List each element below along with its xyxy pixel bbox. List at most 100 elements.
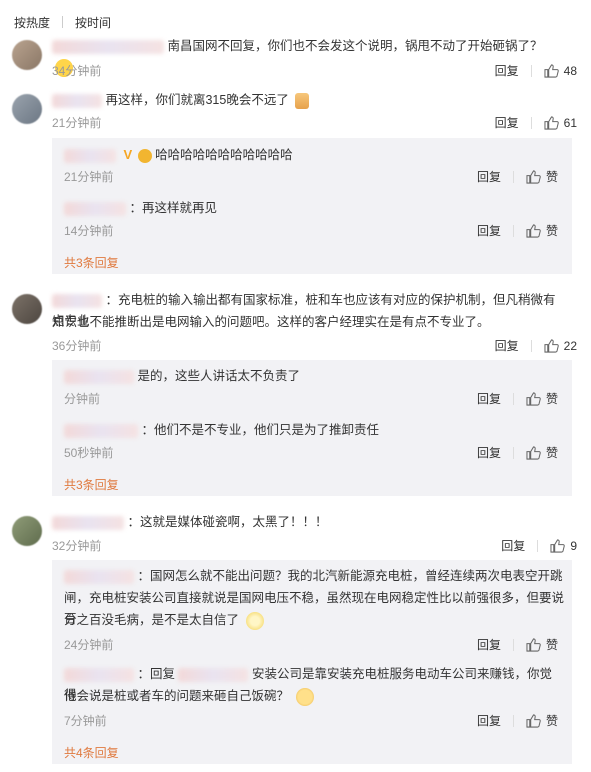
reply-meta: 7分钟前 回复 赞 [64,712,564,730]
tab-time[interactable]: 按时间 [75,14,111,31]
username[interactable] [64,369,134,384]
reply-actions: 回复 赞 [477,168,558,185]
like-count: 9 [570,538,577,553]
username[interactable] [52,39,164,54]
username[interactable] [52,515,124,530]
more-replies-link[interactable]: 共3条回复 [64,254,119,271]
reply-text-line3: 分之百没毛病，是不是太自信了 [64,613,240,627]
like-button[interactable]: 赞 [526,390,558,407]
reply-item: 是的，这些人讲话太不负责了 分钟前 回复 赞 [64,366,564,414]
comment-actions: 回复 61 [495,114,577,131]
reply-button[interactable]: 回复 [495,114,519,131]
username[interactable] [52,293,102,308]
comment-body: 再这样，你们就离315晚会不远了 [52,90,557,111]
username[interactable] [64,148,116,163]
username[interactable] [64,423,138,438]
reply-prefix: ：回复 [137,667,175,681]
comment-meta: 21分钟前 回复 61 [52,114,577,132]
like-button[interactable]: 赞 [526,222,558,239]
reply-button[interactable]: 回复 [477,712,501,729]
thumbs-up-icon [550,538,566,553]
reply-list: V 哈哈哈哈哈哈哈哈哈哈哈 21分钟前 回复 赞 ：再这样就再见 14分钟前 回… [52,138,572,274]
like-label: 赞 [545,714,558,728]
mentioned-user[interactable] [178,667,249,682]
username[interactable] [64,201,126,216]
divider [530,116,532,129]
like-button[interactable]: 9 [550,539,577,553]
sort-tabs: 按热度 按时间 [14,12,111,32]
timestamp: 36分钟前 [52,339,102,353]
comment-text: ：这就是媒体碰瓷啊，太黑了！！！ [127,515,328,529]
reply-button[interactable]: 回复 [495,337,519,354]
reply-actions: 回复 赞 [477,712,558,729]
timestamp: 21分钟前 [52,116,102,130]
like-button[interactable]: 赞 [526,636,558,653]
reply-button[interactable]: 回复 [477,390,501,407]
reply-actions: 回复 赞 [477,390,558,407]
comment-meta: 34分钟前 回复 48 [52,62,577,80]
comment-text: 再这样，你们就离315晚会不远了 [105,93,289,107]
avatar[interactable] [12,294,42,324]
reply-list: ：国网怎么就不能出问题？我的北汽新能源充电桩，曾经连续两次电表空开跳 闸，充电桩… [52,560,572,764]
tab-hot[interactable]: 按热度 [14,14,50,31]
thumbs-up-icon [526,391,541,406]
avatar[interactable] [12,94,42,124]
timestamp: 50秒钟前 [64,446,114,460]
divider [512,392,514,405]
reply-button[interactable]: 回复 [495,62,519,79]
reply-item: ：回复 安装公司是靠安装充电桩服务电动车公司来赚钱，你觉得 他会说是桩或者车的问… [64,664,564,734]
like-count: 61 [563,115,577,130]
reply-meta: 分钟前 回复 赞 [64,390,564,408]
divider [512,446,514,459]
username[interactable] [52,93,102,108]
like-label: 赞 [545,638,558,652]
like-button[interactable]: 48 [544,64,577,78]
more-replies-link[interactable]: 共4条回复 [64,744,119,761]
more-replies-link[interactable]: 共3条回复 [64,476,119,493]
reply-actions: 回复 赞 [477,444,558,461]
reply-text: ：他们不是不专业，他们只是为了推卸责任 [141,423,379,437]
thumbs-up-icon [544,338,559,353]
comment-actions: 回复 9 [501,537,577,554]
timestamp: 21分钟前 [64,170,114,184]
reply-meta: 24分钟前 回复 赞 [64,636,564,654]
reply-button[interactable]: 回复 [477,222,501,239]
reply-meta: 14分钟前 回复 赞 [64,222,564,240]
question-emoji-icon [295,687,314,706]
comment-actions: 回复 48 [495,62,577,79]
thumbs-up-icon [526,713,541,728]
like-button[interactable]: 61 [544,116,577,130]
reply-text-line1: ：国网怎么就不能出问题？我的北汽新能源充电桩，曾经连续两次电表空开跳 [137,569,563,583]
username[interactable] [64,667,134,682]
timestamp: 7分钟前 [64,714,107,728]
comment-text: 南昌国网不回复，你们也不会发这个说明，锅甩不动了开始砸锅了？ [167,39,543,53]
reply-body: 是的，这些人讲话太不负责了 [64,366,564,387]
reply-actions: 回复 赞 [477,222,558,239]
like-button[interactable]: 赞 [526,168,558,185]
avatar[interactable] [12,40,42,70]
like-button[interactable]: 赞 [526,444,558,461]
username[interactable] [64,569,134,584]
divider [512,224,514,237]
like-button[interactable]: 22 [544,339,577,353]
reply-button[interactable]: 回复 [477,636,501,653]
reply-body: V 哈哈哈哈哈哈哈哈哈哈哈 [64,144,564,166]
thumbs-up-icon [526,223,541,238]
reply-item: ：国网怎么就不能出问题？我的北汽新能源充电桩，曾经连续两次电表空开跳 闸，充电桩… [64,566,564,658]
comment-text-line2: 知识也不能推断出是电网输入的问题吧。这样的客户经理实在是有点不专业了。 [52,315,490,329]
reply-button[interactable]: 回复 [501,537,525,554]
reply-button[interactable]: 回复 [477,168,501,185]
reply-text: 是的，这些人讲话太不负责了 [137,369,300,383]
timestamp: 34分钟前 [52,64,102,78]
reply-meta: 21分钟前 回复 赞 [64,168,564,186]
like-label: 赞 [545,170,558,184]
vip-badge-icon: V [123,147,133,162]
timestamp: 14分钟前 [64,224,114,238]
reply-actions: 回复 赞 [477,636,558,653]
divider [530,64,532,77]
laugh-emoji-icon [137,148,152,163]
thumbs-up-icon [526,637,541,652]
reply-button[interactable]: 回复 [477,444,501,461]
like-button[interactable]: 赞 [526,712,558,729]
avatar[interactable] [12,516,42,546]
